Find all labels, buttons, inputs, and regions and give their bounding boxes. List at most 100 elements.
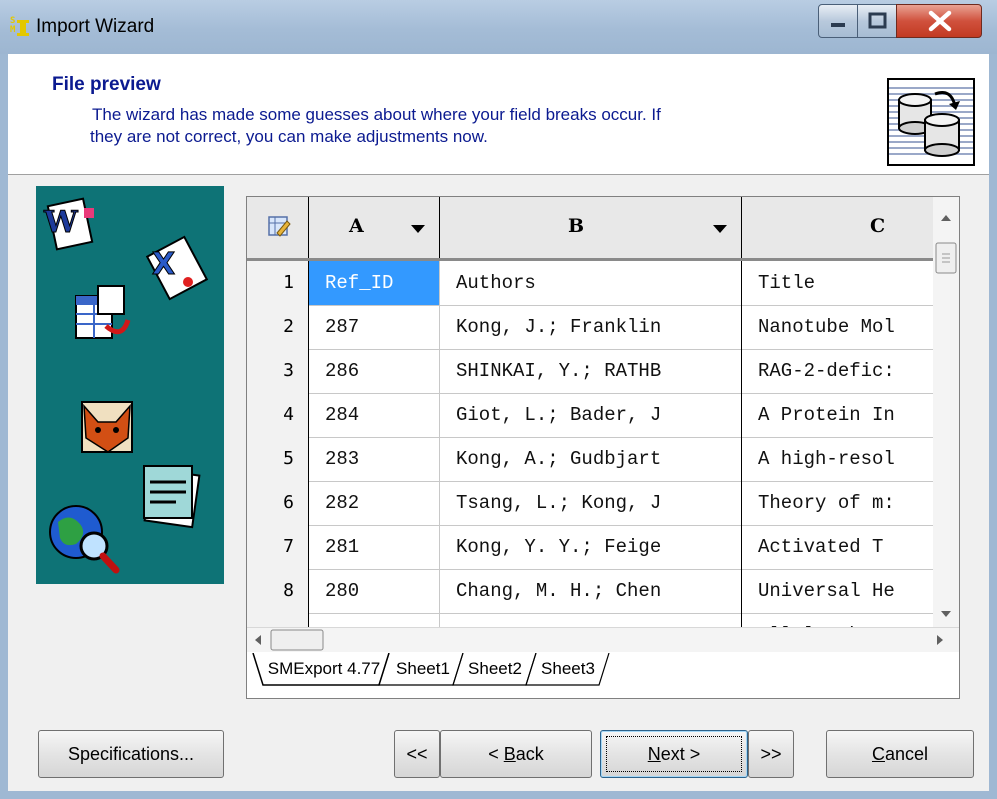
table-row[interactable]: 7 281 Kong, Y. Y.; Feige Activated T (247, 525, 947, 570)
back-button[interactable]: < Back (440, 730, 592, 778)
cell-b[interactable]: Kong, A.; Cox, N. (440, 613, 742, 627)
column-header-b[interactable]: B (440, 197, 742, 258)
maximize-button[interactable] (857, 4, 897, 38)
cell-c[interactable]: Nanotube Mol (742, 305, 947, 349)
maximize-icon (868, 12, 887, 29)
wizard-client-area: File preview The wizard has made some gu… (8, 54, 989, 791)
cell-a[interactable]: Ref_ID (309, 261, 440, 305)
grid-rows: 1 Ref_ID Authors Title 2 287 Kong, J.; F… (247, 261, 947, 627)
import-wizard-window: S M Import Wizard File preview The wizar… (0, 0, 997, 799)
cell-a[interactable]: 282 (309, 481, 440, 525)
title-bar[interactable]: S M Import Wizard (0, 0, 997, 54)
cell-b[interactable]: Tsang, L.; Kong, J (440, 481, 742, 525)
cell-b[interactable]: Kong, Y. Y.; Feige (440, 525, 742, 569)
description-line-1: The wizard has made some guesses about w… (92, 105, 661, 124)
sheet-tab-sheet2[interactable]: Sheet2 (461, 653, 529, 685)
table-row[interactable]: 4 284 Giot, L.; Bader, J A Protein In (247, 393, 947, 438)
sheet-tab-sheet3[interactable]: Sheet3 (534, 653, 602, 685)
table-convert-icon (75, 285, 131, 339)
globe-search-icon (49, 505, 120, 574)
database-import-icon (887, 78, 975, 166)
cell-a[interactable]: 281 (309, 525, 440, 569)
cell-c[interactable]: A high-resol (742, 437, 947, 481)
page-description: The wizard has made some guesses about w… (90, 104, 852, 148)
row-number[interactable]: 2 (247, 305, 309, 349)
table-row[interactable]: 3 286 SHINKAI, Y.; RATHB RAG-2-defic: (247, 349, 947, 394)
page-title: File preview (52, 74, 161, 95)
cell-c[interactable]: Theory of m: (742, 481, 947, 525)
cell-c[interactable]: Allele-Shar: (742, 613, 947, 627)
cell-a[interactable]: 280 (309, 569, 440, 613)
minimize-button[interactable] (818, 4, 858, 38)
cell-b[interactable]: Giot, L.; Bader, J (440, 393, 742, 437)
column-b-dropdown-icon[interactable] (713, 225, 727, 233)
smi-app-icon: S M (10, 14, 32, 38)
sheet-tab-sheet1[interactable]: Sheet1 (389, 653, 457, 685)
row-number[interactable]: 5 (247, 437, 309, 481)
minimize-icon (831, 23, 845, 27)
grid-header: A B C (247, 197, 947, 261)
wizard-side-graphic: W X (36, 186, 224, 584)
select-all-corner[interactable] (247, 197, 309, 258)
row-number[interactable]: 7 (247, 525, 309, 569)
scroll-down-icon (941, 611, 951, 617)
cell-a[interactable]: 287 (309, 305, 440, 349)
cancel-rest: ancel (884, 744, 929, 764)
row-number[interactable]: 6 (247, 481, 309, 525)
wizard-header: File preview The wizard has made some gu… (8, 54, 989, 175)
last-page-button[interactable]: >> (748, 730, 794, 778)
word-document-icon: W (43, 197, 94, 251)
cell-b[interactable]: Kong, A.; Gudbjart (440, 437, 742, 481)
sheet-tab-smexport[interactable]: SMExport 4.77 (265, 653, 383, 685)
svg-text:X: X (152, 247, 175, 282)
cell-c[interactable]: RAG-2-defic: (742, 349, 947, 393)
row-number[interactable]: 4 (247, 393, 309, 437)
firefox-icon (81, 401, 133, 453)
column-header-c[interactable]: C (742, 197, 947, 258)
specifications-button[interactable]: Specifications... (38, 730, 224, 778)
row-number[interactable]: 1 (247, 261, 309, 305)
cell-c[interactable]: Universal He (742, 569, 947, 613)
description-line-2: they are not correct, you can make adjus… (90, 127, 488, 146)
cell-a[interactable]: 286 (309, 349, 440, 393)
back-rest: ack (515, 744, 544, 764)
table-row[interactable]: 9 279 Kong, A.; Cox, N. Allele-Shar: (247, 613, 947, 627)
cell-a[interactable]: 284 (309, 393, 440, 437)
column-b-label: B (568, 215, 585, 237)
table-row[interactable]: 2 287 Kong, J.; Franklin Nanotube Mol (247, 305, 947, 350)
table-row[interactable]: 1 Ref_ID Authors Title (247, 261, 947, 306)
first-page-button[interactable]: << (394, 730, 440, 778)
cell-b[interactable]: Kong, J.; Franklin (440, 305, 742, 349)
column-c-label: C (870, 215, 886, 237)
column-header-a[interactable]: A (309, 197, 440, 258)
row-number[interactable]: 3 (247, 349, 309, 393)
cell-c[interactable]: Activated T (742, 525, 947, 569)
row-number[interactable]: 9 (247, 613, 309, 627)
select-all-icon (268, 216, 291, 237)
cell-b[interactable]: Authors (440, 261, 742, 305)
horizontal-scrollbar[interactable] (247, 627, 959, 652)
cell-b[interactable]: Chang, M. H.; Chen (440, 569, 742, 613)
table-row[interactable]: 5 283 Kong, A.; Gudbjart A high-resol (247, 437, 947, 482)
cell-a[interactable]: 279 (309, 613, 440, 627)
close-button[interactable] (896, 4, 982, 38)
scroll-up-icon (941, 215, 951, 221)
cell-b[interactable]: SHINKAI, Y.; RATHB (440, 349, 742, 393)
column-a-dropdown-icon[interactable] (411, 225, 425, 233)
next-button[interactable]: Next > (600, 730, 748, 778)
preview-grid[interactable]: A B C 1 Ref_ID Authors Title 2 287 Kong,… (246, 196, 960, 699)
table-row[interactable]: 8 280 Chang, M. H.; Chen Universal He (247, 569, 947, 614)
close-icon (928, 10, 952, 32)
cancel-button[interactable]: Cancel (826, 730, 974, 778)
cell-a[interactable]: 283 (309, 437, 440, 481)
cell-c[interactable]: Title (742, 261, 947, 305)
scroll-left-icon (255, 635, 261, 645)
table-row[interactable]: 6 282 Tsang, L.; Kong, J Theory of m: (247, 481, 947, 526)
window-title: Import Wizard (36, 16, 155, 37)
row-number[interactable]: 8 (247, 569, 309, 613)
vertical-scrollbar[interactable] (933, 197, 959, 627)
svg-text:M: M (10, 25, 16, 35)
horizontal-scroll-thumb (270, 629, 324, 651)
excel-document-icon: X (145, 235, 209, 301)
cell-c[interactable]: A Protein In (742, 393, 947, 437)
